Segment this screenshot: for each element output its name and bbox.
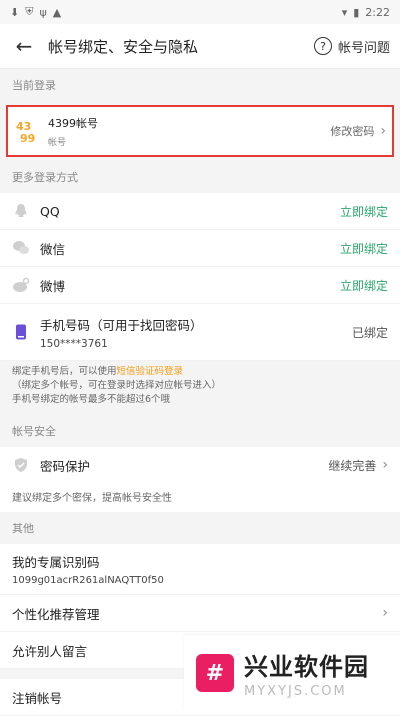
page-title: 帐号绑定、安全与隐私 xyxy=(48,37,199,56)
recommend-management-label: 个性化推荐管理 xyxy=(12,606,100,622)
chevron-right-icon: › xyxy=(382,605,388,621)
battery-icon: ▮ xyxy=(353,5,360,19)
help-label: 帐号问题 xyxy=(337,40,390,56)
user-id-label: 我的专属识别码 xyxy=(12,555,100,570)
bind-weibo-button[interactable]: 立即绑定 xyxy=(340,277,388,294)
bind-qq-button[interactable]: 立即绑定 xyxy=(340,203,388,220)
status-left-icons: ⬇ ⛨ ψ ▲ xyxy=(10,5,61,19)
change-password-button[interactable]: 修改密码 › xyxy=(330,123,386,139)
watermark-brand-en: MYXYJS.COM xyxy=(244,684,347,699)
bind-wechat-button[interactable]: 立即绑定 xyxy=(340,240,388,257)
status-bar: ⬇ ⛨ ψ ▲ ▾ ▮ 2:22 xyxy=(0,0,400,24)
shield-icon: ⛨ xyxy=(25,5,34,18)
current-account-text: 4399帐号 帐号 xyxy=(48,115,330,148)
phone-note-prefix: 绑定手机号后，可以使用 xyxy=(12,366,117,377)
alert-icon: ▲ xyxy=(52,5,62,19)
download-icon: ⬇ xyxy=(10,5,20,19)
section-current-login: 当前登录 xyxy=(0,69,400,101)
current-account-subtitle: 帐号 xyxy=(48,137,67,148)
watermark-text: 兴业软件园 MYXYJS.COM xyxy=(244,647,369,699)
watermark-banner: # 兴业软件园 MYXYJS.COM xyxy=(184,635,400,711)
security-note: 建议绑定多个密保，提高帐号安全性 xyxy=(0,483,400,512)
sms-login-link[interactable]: 短信验证码登录 xyxy=(117,366,184,377)
change-password-label: 修改密码 xyxy=(330,125,375,138)
svg-text:99: 99 xyxy=(20,132,35,144)
help-button[interactable]: ? 帐号问题 xyxy=(313,37,390,56)
weibo-icon xyxy=(12,276,30,294)
section-account-security: 帐号安全 xyxy=(0,415,400,447)
question-icon: ? xyxy=(313,37,332,55)
phone-note-suffix: （绑定多个帐号，可在登录时选择对应帐号进入） xyxy=(12,380,222,391)
phone-note-line1: 绑定手机号后，可以使用短信验证码登录 （绑定多个帐号，可在登录时选择对应帐号进入） xyxy=(12,365,388,393)
login-method-wechat[interactable]: 微信 立即绑定 xyxy=(0,230,400,267)
section-more-login: 更多登录方式 xyxy=(0,161,400,193)
current-account-row[interactable]: 43 99 4399帐号 帐号 修改密码 › xyxy=(6,105,394,157)
login-method-weibo[interactable]: 微博 立即绑定 xyxy=(0,267,400,304)
password-protect-row[interactable]: 密码保护 继续完善 › xyxy=(0,447,400,483)
recommend-management-row[interactable]: 个性化推荐管理 › xyxy=(0,595,400,632)
login-methods-list: QQ 立即绑定 微信 立即绑定 微博 立即绑定 手机号码（可用于找回密码） 15… xyxy=(0,193,400,361)
login-method-qq[interactable]: QQ 立即绑定 xyxy=(0,193,400,230)
shield-check-icon xyxy=(12,456,30,474)
phone-binding-row[interactable]: 手机号码（可用于找回密码） 150****3761 已绑定 xyxy=(0,304,400,361)
phone-note: 绑定手机号后，可以使用短信验证码登录 （绑定多个帐号，可在登录时选择对应帐号进入）… xyxy=(0,361,400,415)
chevron-right-icon: › xyxy=(380,123,386,139)
clock: 2:22 xyxy=(365,5,390,19)
password-protect-action[interactable]: 继续完善 xyxy=(328,457,376,474)
phone-icon xyxy=(12,323,30,341)
wifi-icon: ▾ xyxy=(341,5,348,19)
bug-icon: ψ xyxy=(39,5,47,19)
user-id-row: 我的专属识别码 1099g01acrR261alNAQTT0f50 xyxy=(0,544,400,595)
current-account-title: 4399帐号 xyxy=(48,116,98,130)
phone-text: 手机号码（可用于找回密码） 150****3761 xyxy=(40,315,352,350)
status-right: ▾ ▮ 2:22 xyxy=(342,6,390,19)
phone-label: 手机号码（可用于找回密码） xyxy=(40,317,203,333)
4399-logo-icon: 43 99 xyxy=(14,118,40,144)
user-id-value: 1099g01acrR261alNAQTT0f50 xyxy=(12,575,164,586)
phone-note-line2: 手机号绑定的帐号最多不能超过6个哦 xyxy=(12,394,171,405)
watermark-brand-cn: 兴业软件园 xyxy=(244,653,369,681)
back-arrow-icon[interactable]: ← xyxy=(10,32,38,60)
section-other: 其他 xyxy=(0,512,400,544)
security-card: 密码保护 继续完善 › 建议绑定多个密保，提高帐号安全性 xyxy=(0,447,400,512)
qq-label: QQ xyxy=(40,203,60,219)
wechat-label: 微信 xyxy=(40,241,66,257)
hash-logo-icon: # xyxy=(196,654,234,692)
password-protect-label: 密码保护 xyxy=(40,458,91,474)
chevron-right-icon: › xyxy=(382,457,388,473)
phone-status: 已绑定 xyxy=(351,325,388,340)
app-bar: ← 帐号绑定、安全与隐私 ? 帐号问题 xyxy=(0,24,400,69)
wechat-icon xyxy=(12,239,30,257)
weibo-label: 微博 xyxy=(40,278,66,294)
qq-icon xyxy=(12,202,30,220)
phone-number: 150****3761 xyxy=(40,337,108,350)
